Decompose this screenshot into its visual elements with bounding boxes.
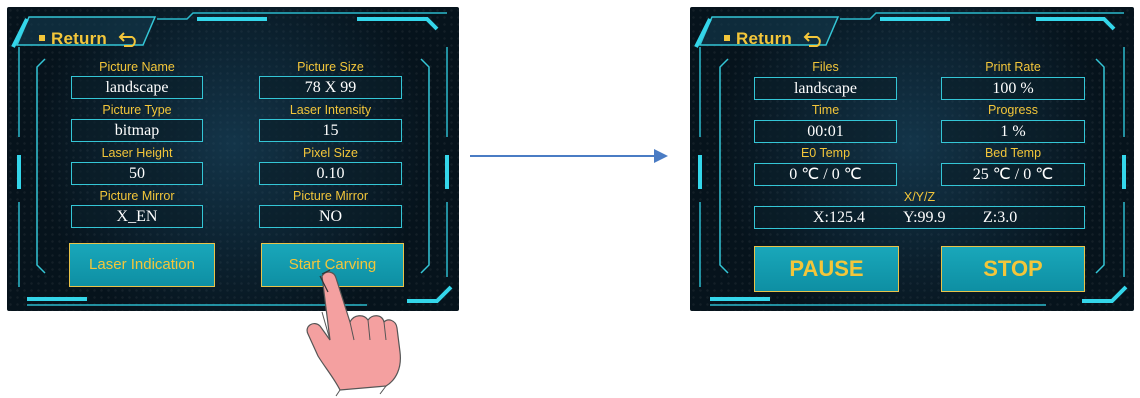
- transition-arrow-icon: [470, 149, 668, 163]
- picture-size-field: 78 X 99: [259, 76, 402, 99]
- return-arrow-icon: [118, 31, 136, 47]
- print-rate-field: 100 %: [941, 77, 1085, 100]
- picture-name-label: Picture Name: [99, 60, 175, 74]
- picture-name-field: landscape: [71, 76, 203, 99]
- return-arrow-icon: [803, 31, 821, 47]
- picture-size-label: Picture Size: [297, 60, 364, 74]
- pointing-hand-icon: [306, 269, 401, 397]
- e0-temp-label: E0 Temp: [800, 146, 851, 160]
- time-field: 00:01: [754, 120, 897, 143]
- y-position-value: Y:99.9: [903, 209, 946, 226]
- picture-mirror-field: NO: [259, 205, 402, 228]
- picture-mirror-x-field: X_EN: [71, 205, 203, 228]
- files-field: landscape: [754, 77, 897, 100]
- pixel-size-label: Pixel Size: [303, 146, 358, 160]
- e0-temp-field: 0 ℃ / 0 ℃: [754, 163, 897, 186]
- picture-mirror-label: Picture Mirror: [99, 189, 175, 203]
- laser-indication-label: Laser Indication: [89, 256, 195, 273]
- x-position-value: X:125.4: [813, 209, 865, 226]
- stop-label: STOP: [983, 256, 1043, 281]
- picture-type-field: bitmap: [71, 119, 203, 142]
- bed-temp-label: Bed Temp: [984, 146, 1042, 160]
- time-label: Time: [811, 103, 840, 117]
- bed-temp-field: 25 ℃ / 0 ℃: [941, 163, 1085, 186]
- progress-label: Progress: [987, 103, 1039, 117]
- z-position-value: Z:3.0: [983, 209, 1018, 226]
- files-label: Files: [812, 60, 839, 74]
- bullet-icon: [724, 34, 730, 41]
- picture-mirror-label-2: Picture Mirror: [292, 189, 368, 203]
- return-button[interactable]: Return: [39, 29, 140, 49]
- bullet-icon: [39, 34, 45, 41]
- pause-button[interactable]: PAUSE: [754, 246, 899, 292]
- xyz-position-field: X:125.4 Y:99.9 Z:3.0: [754, 206, 1085, 229]
- print-rate-label: Print Rate: [985, 60, 1041, 74]
- pixel-size-field: 0.10: [259, 162, 402, 185]
- return-label: Return: [736, 29, 792, 48]
- return-button[interactable]: Return: [724, 29, 825, 49]
- return-label: Return: [51, 29, 107, 48]
- picture-type-label: Picture Type: [102, 103, 172, 117]
- laser-height-label: Laser Height: [101, 146, 173, 160]
- right-printing-status-screen: Return Files landscape Print Rate 100 % …: [690, 7, 1134, 311]
- pause-label: PAUSE: [789, 256, 864, 281]
- stop-button[interactable]: STOP: [941, 246, 1085, 292]
- left-carving-setup-screen: Return Picture Name landscape Picture Si…: [7, 7, 459, 311]
- laser-indication-button[interactable]: Laser Indication: [69, 243, 215, 287]
- laser-intensity-label: Laser Intensity: [289, 103, 372, 117]
- laser-intensity-field: 15: [259, 119, 402, 142]
- xyz-label: X/Y/Z: [903, 190, 936, 204]
- laser-height-field: 50: [71, 162, 203, 185]
- progress-field: 1 %: [941, 120, 1085, 143]
